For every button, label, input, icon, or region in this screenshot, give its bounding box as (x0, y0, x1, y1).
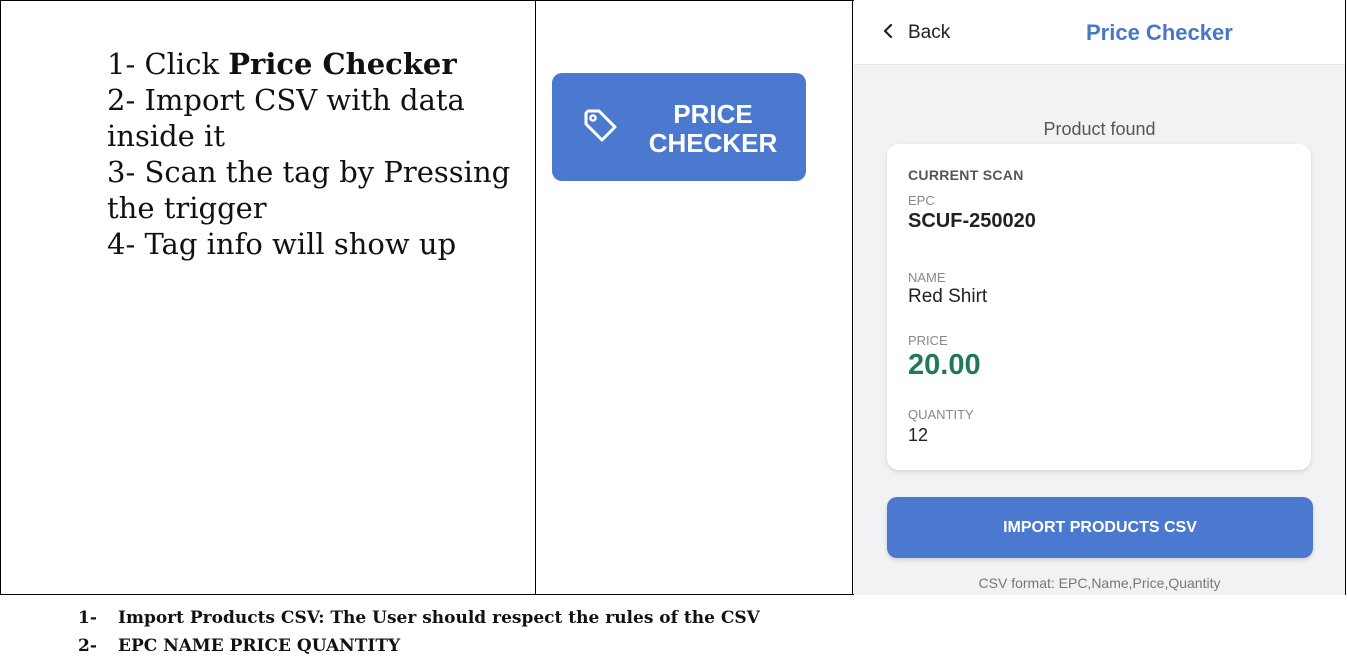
quantity-label: QUANTITY (908, 407, 974, 422)
table-border-top (0, 0, 854, 1)
screen-title: Price Checker (1086, 20, 1233, 45)
status-text: Product found (1043, 119, 1156, 139)
note-item: 1- Import Products CSV: The User should … (78, 604, 760, 632)
quantity-value: 12 (908, 425, 929, 445)
price-checker-label-line-2: CHECKER (648, 128, 778, 158)
tag-icon (580, 105, 620, 145)
back-label: Back (908, 22, 951, 43)
app-top-bar: Back Price Checker (854, 0, 1345, 65)
step-4: 4- Tag info will show up (107, 227, 457, 261)
step-2-line-2: inside it (107, 119, 225, 153)
price-checker-label: PRICE CHECKER (638, 100, 788, 158)
step-2-line-1: 2- Import CSV with data (107, 83, 465, 117)
name-label: NAME (908, 270, 946, 285)
note-number: 2- (78, 636, 97, 656)
card-section-title: CURRENT SCAN (908, 167, 1024, 183)
current-scan-card: CURRENT SCAN EPC SCUF-250020 NAME Red Sh… (887, 144, 1311, 470)
table-divider-2 (852, 0, 853, 595)
step-1-bold: Price Checker (228, 47, 457, 81)
note-text: Import Products CSV: The User should res… (118, 608, 760, 628)
price-checker-button[interactable]: PRICE CHECKER (552, 73, 806, 181)
note-number: 1- (78, 608, 97, 628)
table-border-left (0, 0, 1, 595)
table-border-right (1345, 0, 1346, 595)
step-3-line-1: 3- Scan the tag by Pressing (107, 155, 511, 189)
name-value: Red Shirt (908, 286, 988, 307)
back-button[interactable]: Back (882, 22, 950, 44)
price-checker-label-line-1: PRICE (673, 99, 753, 129)
epc-value: SCUF-250020 (908, 210, 1036, 232)
steps-list: 1- Click Price Checker 2- Import CSV wit… (107, 46, 527, 262)
notes-list: 1- Import Products CSV: The User should … (78, 604, 760, 660)
import-products-csv-button[interactable]: IMPORT PRODUCTS CSV (887, 497, 1313, 558)
note-item: 2- EPC NAME PRICE QUANTITY (78, 632, 760, 660)
csv-format-hint: CSV format: EPC,Name,Price,Quantity (978, 575, 1221, 591)
step-3-line-2: the trigger (107, 191, 267, 225)
step-1: 1- Click Price Checker (107, 47, 457, 81)
table-divider-1 (535, 0, 536, 595)
price-label: PRICE (908, 333, 948, 348)
phone-screen: Back Price Checker Product found CURRENT… (854, 0, 1345, 595)
chevron-left-icon (882, 23, 894, 43)
price-value: 20.00 (908, 349, 981, 381)
note-text: EPC NAME PRICE QUANTITY (118, 636, 401, 656)
epc-label: EPC (908, 193, 935, 208)
